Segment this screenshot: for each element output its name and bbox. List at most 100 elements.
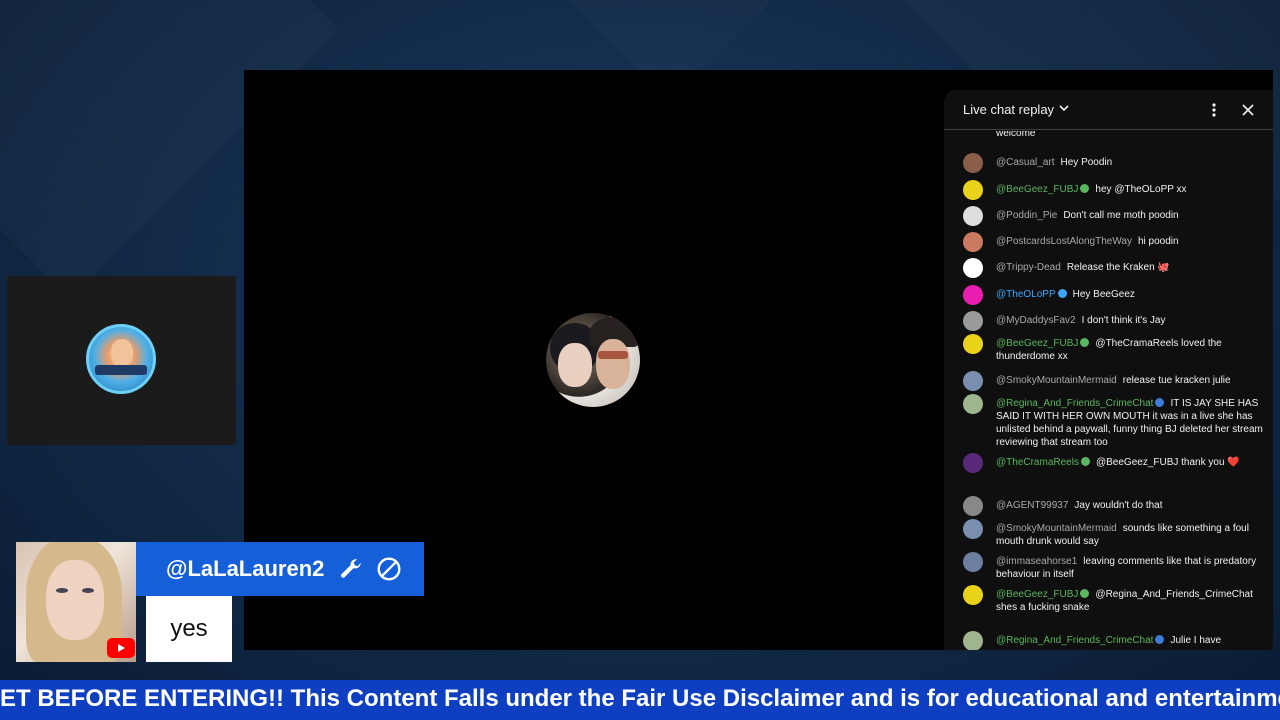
chat-message-body: @SmokyMountainMermaid release tue kracken… xyxy=(996,374,1263,391)
chat-message-body: welcome xyxy=(996,131,1263,144)
chat-text: Release the Kraken 🐙 xyxy=(1066,262,1170,273)
chat-avatar[interactable] xyxy=(963,631,983,650)
commenter-reply-text: yes xyxy=(146,596,232,662)
chat-message[interactable]: @SmokyMountainMermaid release tue kracken… xyxy=(963,371,1263,391)
commenter-photo xyxy=(16,542,136,662)
chat-message[interactable]: @TheOLoPP Hey BeeGeez xyxy=(963,285,1263,305)
chat-author[interactable]: @BeeGeez_FUBJ xyxy=(996,338,1090,349)
chat-avatar[interactable] xyxy=(963,394,983,414)
chat-author[interactable]: @SmokyMountainMermaid xyxy=(996,523,1117,534)
chat-avatar[interactable] xyxy=(963,232,983,252)
commenter-username: @LaLaLauren2 xyxy=(166,556,325,581)
chat-message-list[interactable]: welcome @Casual_art Hey Poodin @BeeGeez_FUB… xyxy=(944,131,1273,650)
chat-message-body: @Regina_And_Friends_CrimeChat IT IS JAY S… xyxy=(996,397,1263,449)
scrolling-ticker: ET BEFORE ENTERING!! This Content Falls … xyxy=(0,680,1280,720)
chat-message[interactable]: @MyDaddysFav2 I don't think it's Jay xyxy=(963,311,1263,331)
chat-avatar[interactable] xyxy=(963,585,983,605)
chat-message[interactable]: @Regina_And_Friends_CrimeChat IT IS JAY S… xyxy=(963,394,1263,449)
close-icon[interactable] xyxy=(1235,97,1261,123)
chat-author[interactable]: @immaseahorse1 xyxy=(996,556,1077,567)
chat-author[interactable]: @TheCramaReels xyxy=(996,457,1090,468)
chat-avatar[interactable] xyxy=(963,311,983,331)
chat-message[interactable]: @TheCramaReels @BeeGeez_FUBJ thank you ❤️ xyxy=(963,453,1263,473)
chat-author[interactable]: @Regina_And_Friends_CrimeChat xyxy=(996,398,1165,409)
chevron-down-icon xyxy=(1058,102,1070,117)
chat-message[interactable]: @BeeGeez_FUBJ @TheCramaReels loved the th… xyxy=(963,334,1263,363)
commenter-name-card: @LaLaLauren2 xyxy=(136,542,424,596)
chat-message-body: @AGENT99937 Jay wouldn't do that xyxy=(996,499,1263,516)
chat-author[interactable]: @Trippy-Dead xyxy=(996,262,1061,273)
chat-message[interactable]: welcome xyxy=(963,131,1263,144)
chat-text: Jay wouldn't do that xyxy=(1074,500,1163,511)
chat-message-body: @Casual_art Hey Poodin xyxy=(996,156,1263,173)
chat-avatar[interactable] xyxy=(963,180,983,200)
chat-message-body: @BeeGeez_FUBJ @Regina_And_Friends_CrimeCh… xyxy=(996,588,1263,614)
chat-message[interactable]: @PostcardsLostAlongTheWay hi poodin xyxy=(963,232,1263,252)
chat-author[interactable]: @Regina_And_Friends_CrimeChat xyxy=(996,635,1165,646)
center-guest-avatar xyxy=(546,313,640,407)
chat-title: Live chat replay xyxy=(963,102,1055,117)
chat-text: hey @TheOLoPP xx xyxy=(1095,184,1187,195)
chat-message[interactable]: @SmokyMountainMermaid sounds like somethi… xyxy=(963,519,1263,548)
chat-avatar[interactable] xyxy=(963,519,983,539)
moderator-badge-icon xyxy=(1080,457,1090,466)
chat-author[interactable]: @BeeGeez_FUBJ xyxy=(996,184,1090,195)
chat-author[interactable]: @MyDaddysFav2 xyxy=(996,315,1076,326)
chat-author[interactable]: @BeeGeez_FUBJ xyxy=(996,589,1090,600)
chat-header: Live chat replay xyxy=(944,90,1273,130)
wrench-icon xyxy=(338,556,364,582)
chat-message[interactable]: @Trippy-Dead Release the Kraken 🐙 xyxy=(963,258,1263,278)
chat-message[interactable]: @BeeGeez_FUBJ @Regina_And_Friends_CrimeCh… xyxy=(963,585,1263,614)
chat-author[interactable]: @TheOLoPP xyxy=(996,289,1067,300)
chat-author[interactable]: @Casual_art xyxy=(996,157,1055,168)
chat-avatar[interactable] xyxy=(963,334,983,354)
chat-message-body: @SmokyMountainMermaid sounds like somethi… xyxy=(996,522,1263,548)
chat-avatar[interactable] xyxy=(963,552,983,572)
chat-message-body: @BeeGeez_FUBJ @TheCramaReels loved the th… xyxy=(996,337,1263,363)
chat-text: Hey BeeGeez xyxy=(1072,289,1135,300)
chat-author[interactable]: @PostcardsLostAlongTheWay xyxy=(996,236,1132,247)
chat-text: hi poodin xyxy=(1137,236,1179,247)
chat-message-body: @BeeGeez_FUBJ hey @TheOLoPP xx xyxy=(996,183,1263,200)
moderator-badge-icon xyxy=(1080,184,1090,193)
chat-message[interactable]: @Poddin_Pie Don't call me moth poodin xyxy=(963,206,1263,226)
chat-mode-dropdown[interactable]: Live chat replay xyxy=(963,102,1070,117)
chat-text: Hey Poodin xyxy=(1060,157,1113,168)
chat-text: welcome xyxy=(996,131,1036,139)
chat-avatar[interactable] xyxy=(963,496,983,516)
chat-avatar[interactable] xyxy=(963,371,983,391)
block-icon xyxy=(376,556,402,582)
chat-avatar[interactable] xyxy=(963,258,983,278)
chat-message-body: @MyDaddysFav2 I don't think it's Jay xyxy=(996,314,1263,331)
more-vert-icon[interactable] xyxy=(1201,97,1227,123)
youtube-icon xyxy=(107,638,135,658)
chat-text: Don't call me moth poodin xyxy=(1063,210,1179,221)
chat-message-body: @PostcardsLostAlongTheWay hi poodin xyxy=(996,235,1263,252)
chat-message-body: @Trippy-Dead Release the Kraken 🐙 xyxy=(996,261,1263,278)
chat-message-body: @TheCramaReels @BeeGeez_FUBJ thank you ❤️ xyxy=(996,456,1263,473)
chat-avatar[interactable] xyxy=(963,206,983,226)
chat-author[interactable]: @AGENT99937 xyxy=(996,500,1068,511)
side-guest-avatar xyxy=(86,324,156,394)
chat-message-body: @Regina_And_Friends_CrimeChat Julie I hav… xyxy=(996,634,1263,650)
chat-avatar[interactable] xyxy=(963,453,983,473)
member-badge-icon xyxy=(1155,635,1165,644)
live-chat-panel: Live chat replay welcome @Casual_art Hey P… xyxy=(944,90,1273,650)
chat-author[interactable]: @SmokyMountainMermaid xyxy=(996,375,1117,386)
chat-message[interactable]: @Regina_And_Friends_CrimeChat Julie I hav… xyxy=(963,631,1263,650)
chat-message[interactable]: @BeeGeez_FUBJ hey @TheOLoPP xx xyxy=(963,180,1263,200)
chat-message-body: @immaseahorse1 leaving comments like that… xyxy=(996,555,1263,581)
moderator-badge-icon xyxy=(1080,589,1090,598)
chat-author[interactable]: @Poddin_Pie xyxy=(996,210,1057,221)
ticker-text: ET BEFORE ENTERING!! This Content Falls … xyxy=(0,685,1280,712)
chat-text: @BeeGeez_FUBJ thank you ❤️ xyxy=(1095,457,1240,468)
chat-avatar[interactable] xyxy=(963,285,983,305)
moderator-badge-icon xyxy=(1080,338,1090,347)
side-guest-tile xyxy=(7,276,236,445)
chat-avatar[interactable] xyxy=(963,153,983,173)
chat-message[interactable]: @Casual_art Hey Poodin xyxy=(963,153,1263,173)
member-badge-icon xyxy=(1155,398,1165,407)
chat-message[interactable]: @immaseahorse1 leaving comments like that… xyxy=(963,552,1263,581)
chat-text: Julie I have xyxy=(1170,635,1222,646)
chat-message[interactable]: @AGENT99937 Jay wouldn't do that xyxy=(963,496,1263,516)
